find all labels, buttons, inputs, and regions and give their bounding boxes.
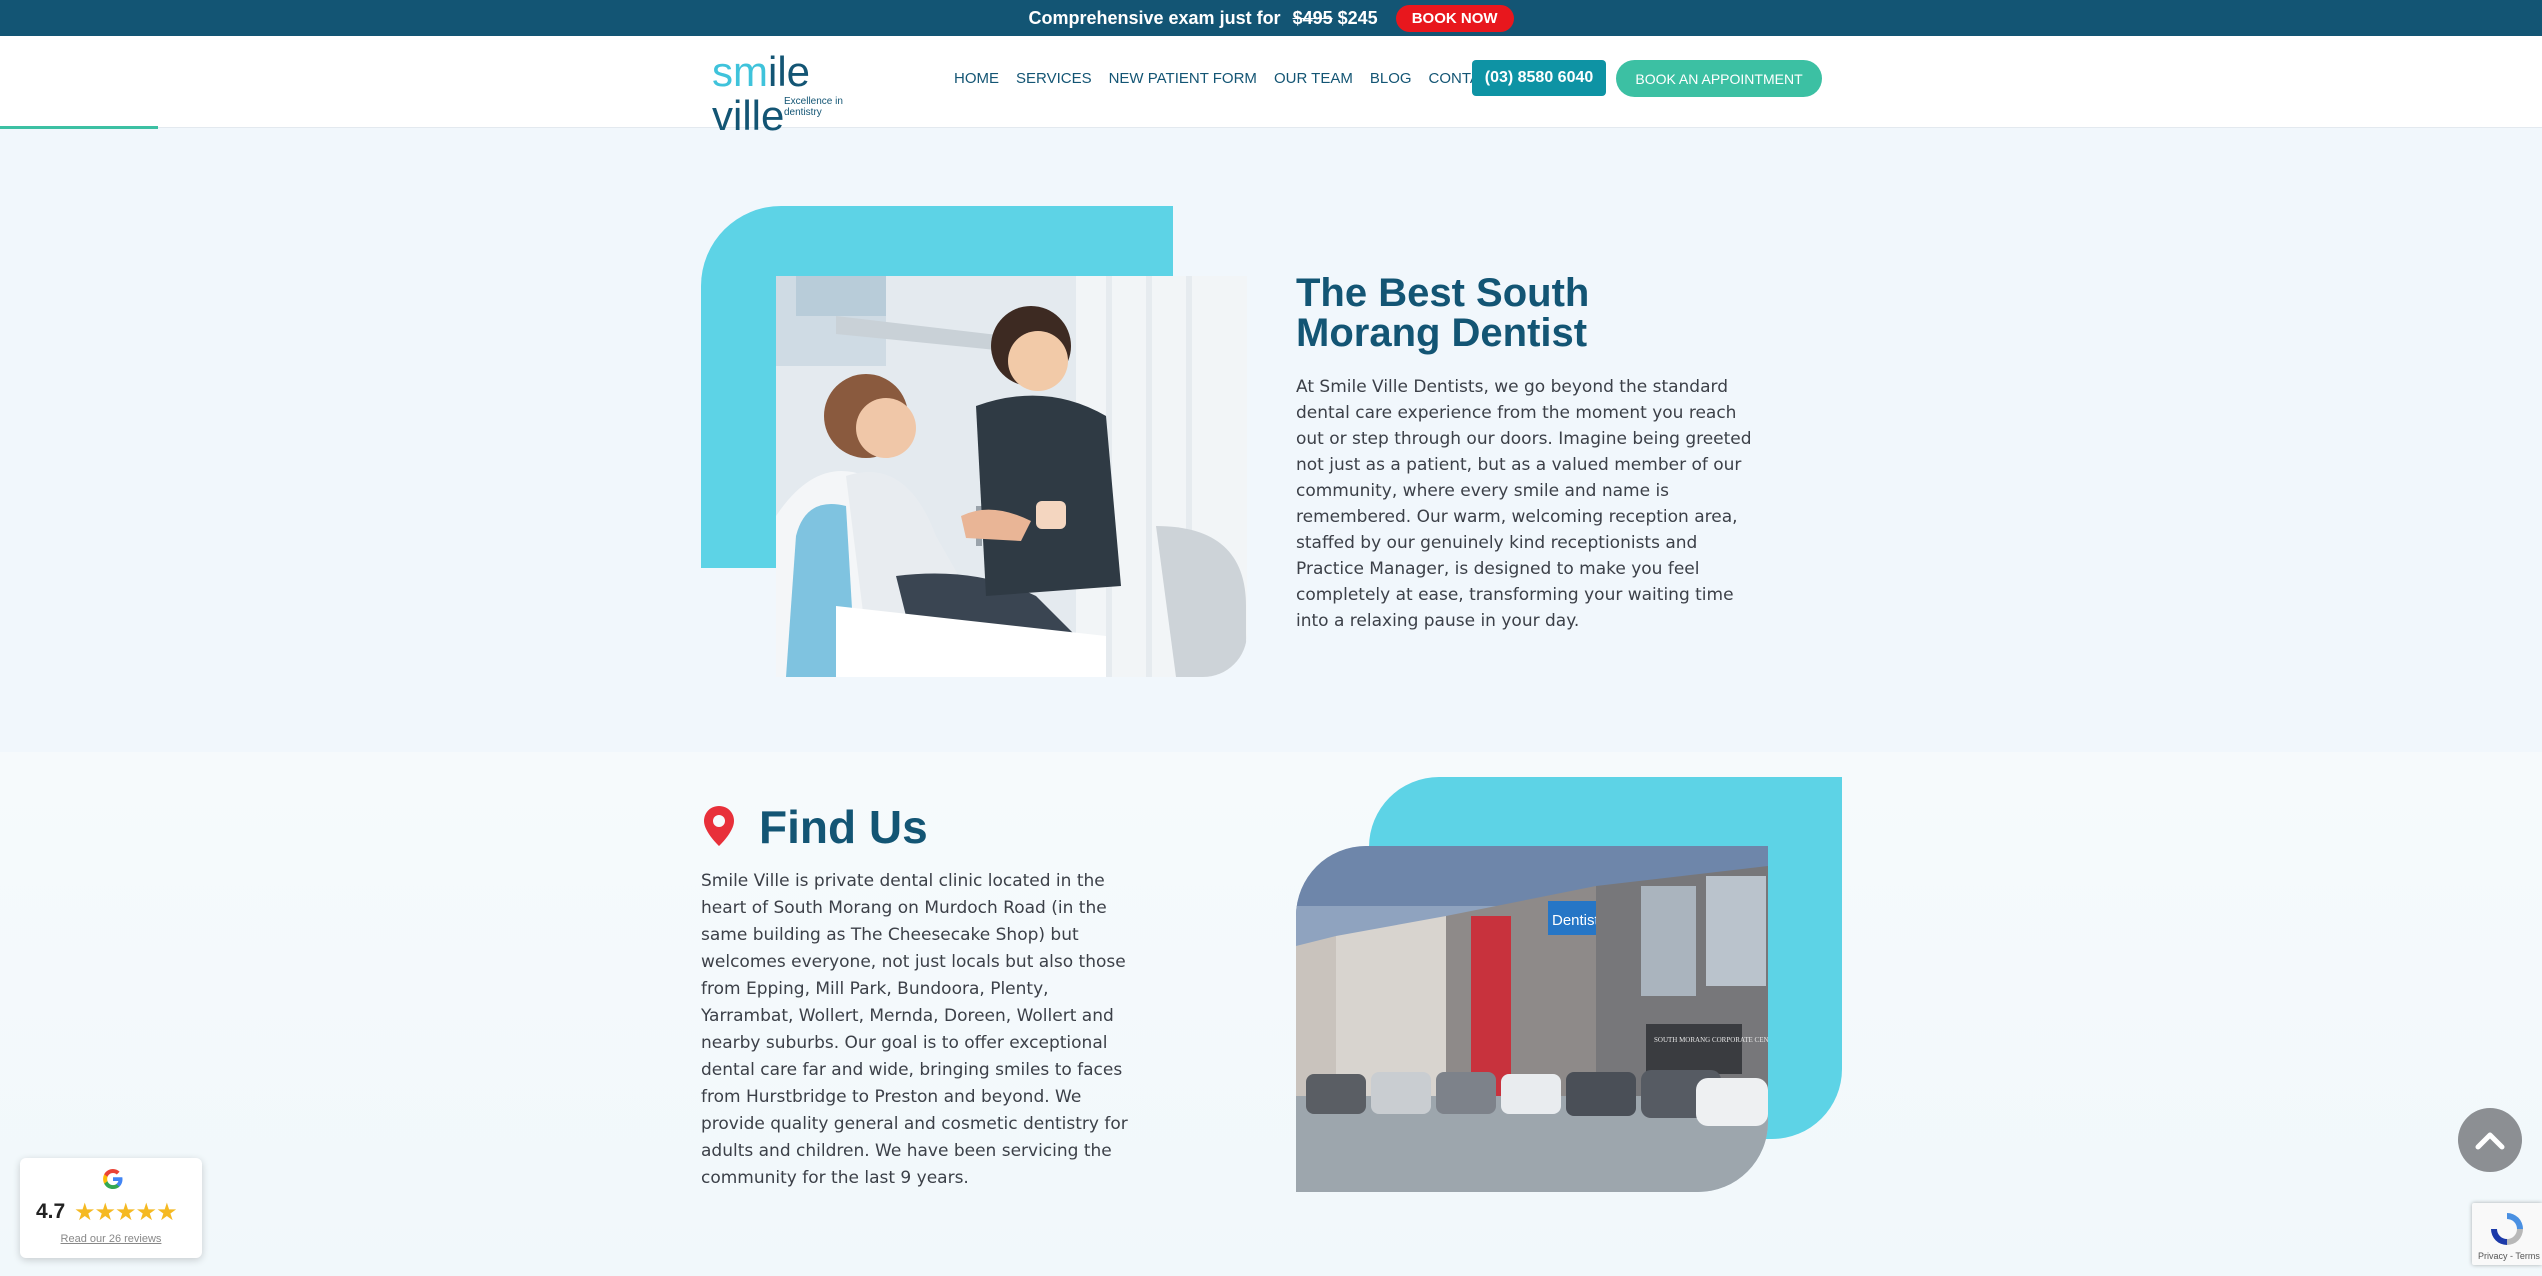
promo-text: Comprehensive exam just for [1028,7,1281,28]
clinic-building-photo: Dentist SOUTH MORANG CORPORATE CENTRE [1296,846,1768,1192]
dentist-sign-text: Dentist [1552,912,1600,929]
find-us-paragraph: Smile Ville is private dental clinic loc… [701,871,1128,1188]
star-rating-icon: ★★★★★ [74,1199,178,1226]
google-icon [103,1169,123,1189]
find-us-title: Find Us [759,801,928,853]
find-us-section [0,752,2542,1276]
recaptcha-badge[interactable]: Privacy - Terms [2472,1203,2542,1265]
recaptcha-icon [2491,1213,2523,1245]
main-nav: HOME SERVICES NEW PATIENT FORM OUR TEAM … [954,70,1525,87]
promo-bar: Comprehensive exam just for $495 $245 BO… [0,0,2542,36]
phone-button[interactable]: (03) 8580 6040 [1472,60,1606,96]
dentist-with-patient-photo [776,276,1247,677]
nav-home[interactable]: HOME [954,70,999,87]
nav-services[interactable]: SERVICES [1016,70,1092,87]
building-sign-text: SOUTH MORANG CORPORATE CENTRE [1654,1036,1768,1044]
intro-paragraph: At Smile Ville Dentists, we go beyond th… [1296,377,1752,631]
recaptcha-terms[interactable]: Privacy - Terms [2478,1251,2540,1261]
promo-old-price: $495 [1292,7,1333,28]
intro-title: The Best South Morang Dentist [1296,271,1590,355]
book-appointment-button[interactable]: BOOK AN APPOINTMENT [1616,60,1822,97]
read-reviews-link[interactable]: Read our 26 reviews [20,1233,202,1245]
site-logo[interactable]: smile ville Excellence in dentistry [712,48,882,138]
site-header: smile ville Excellence in dentistry HOME… [0,36,2542,138]
google-reviews-widget[interactable]: 4.7 ★★★★★ Read our 26 reviews [20,1158,202,1258]
logo-text-start: sm [712,48,768,95]
review-rating: 4.7 [36,1200,66,1223]
scroll-progress-bar [0,126,158,129]
promo-new-price: $245 [1337,7,1378,28]
logo-tagline: Excellence in dentistry [784,96,843,118]
nav-blog[interactable]: BLOG [1370,70,1412,87]
map-pin-icon [704,806,734,846]
book-now-button[interactable]: BOOK NOW [1395,4,1514,32]
nav-our-team[interactable]: OUR TEAM [1274,70,1353,87]
chevron-up-icon [2475,1132,2505,1150]
back-to-top-button[interactable] [2458,1108,2522,1172]
nav-new-patient-form[interactable]: NEW PATIENT FORM [1109,70,1257,87]
